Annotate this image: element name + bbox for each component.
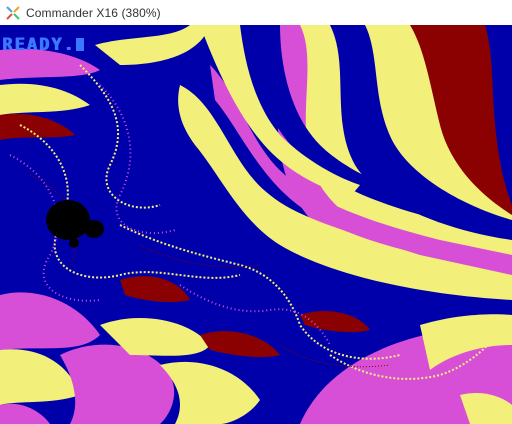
text-cursor xyxy=(76,38,85,51)
emulator-screen[interactable]: READY. xyxy=(0,25,512,424)
ready-prompt: READY. xyxy=(2,37,85,54)
x16-logo-icon xyxy=(6,5,20,20)
mandelbrot-render xyxy=(0,25,512,424)
window-title: Commander X16 (380%) xyxy=(26,5,161,20)
title-bar[interactable]: Commander X16 (380%) xyxy=(0,0,512,25)
